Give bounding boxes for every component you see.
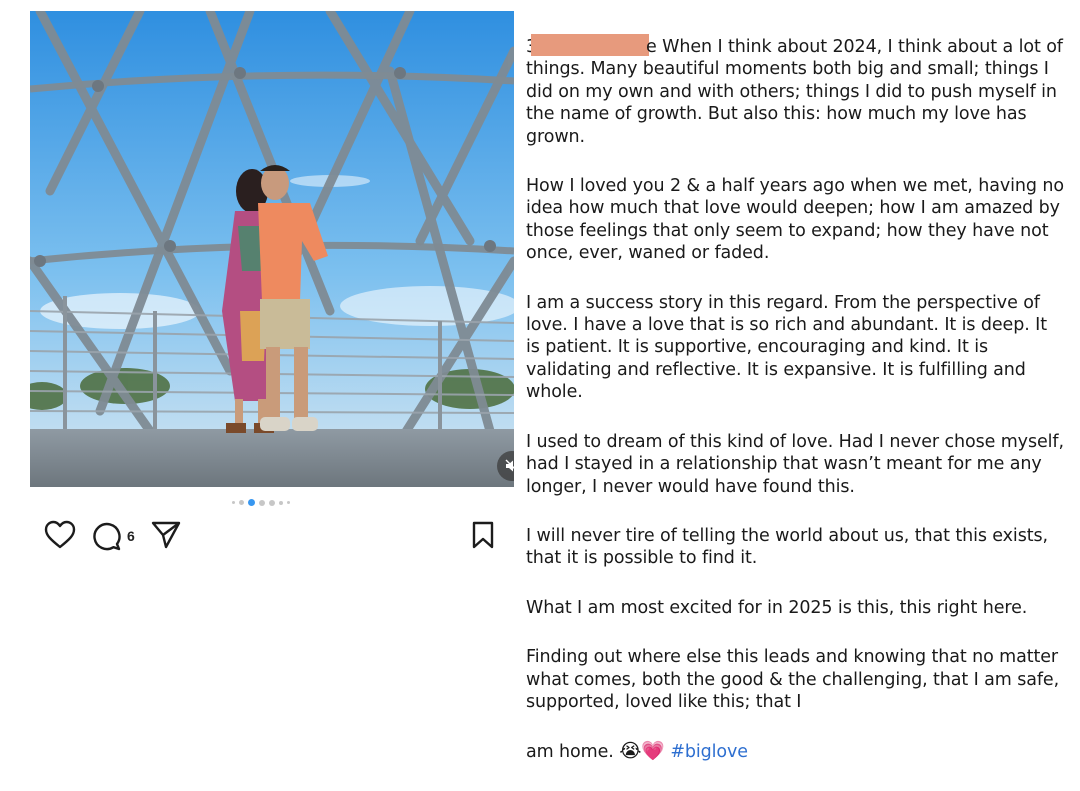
carousel-dot <box>269 499 275 506</box>
post-photo[interactable] <box>30 11 514 487</box>
comment-button[interactable] <box>91 520 123 557</box>
caption-text: am home. <box>526 742 614 763</box>
post-caption: 3e When I think about 2024, I think abou… <box>526 34 1066 791</box>
share-button[interactable] <box>150 520 182 555</box>
save-button[interactable] <box>470 520 496 555</box>
caption-paragraph: I am a success story in this regard. Fro… <box>526 292 1047 403</box>
muted-speaker-icon <box>505 459 514 472</box>
redacted-name <box>531 34 650 56</box>
carousel-indicator <box>232 499 290 506</box>
hashtag-link[interactable]: #biglove <box>670 742 748 762</box>
comment-count: 6 <box>127 528 135 544</box>
caption-paragraph: I will never tire of telling the world a… <box>526 525 1048 569</box>
caption-paragraph: I used to dream of this kind of love. Ha… <box>526 431 1064 497</box>
paper-plane-icon <box>151 521 181 549</box>
like-button[interactable] <box>44 520 76 555</box>
couple-under-glass-dome-image <box>30 11 514 487</box>
carousel-dot <box>287 501 290 504</box>
carousel-dot <box>239 500 244 505</box>
caption-paragraph: How I loved you 2 & a half years ago whe… <box>526 176 1064 264</box>
bookmark-icon <box>472 521 494 549</box>
carousel-dot-active <box>248 499 255 506</box>
caption-paragraph: Finding out where else this leads and kn… <box>526 647 1060 712</box>
carousel-dot <box>232 501 235 504</box>
caption-paragraph: 3e When I think about 2024, I think abou… <box>526 34 1066 148</box>
caption-paragraph: am home. 😭💗 #biglove <box>526 740 1066 763</box>
carousel-dot <box>259 499 265 506</box>
comment-bubble-icon <box>93 522 121 551</box>
caption-paragraph: What I am most excited for in 2025 is th… <box>526 597 1028 618</box>
post-action-bar: 6 <box>44 520 500 554</box>
heart-icon <box>44 520 76 549</box>
carousel-dot <box>279 500 283 505</box>
emoji: 😭💗 <box>619 740 665 763</box>
